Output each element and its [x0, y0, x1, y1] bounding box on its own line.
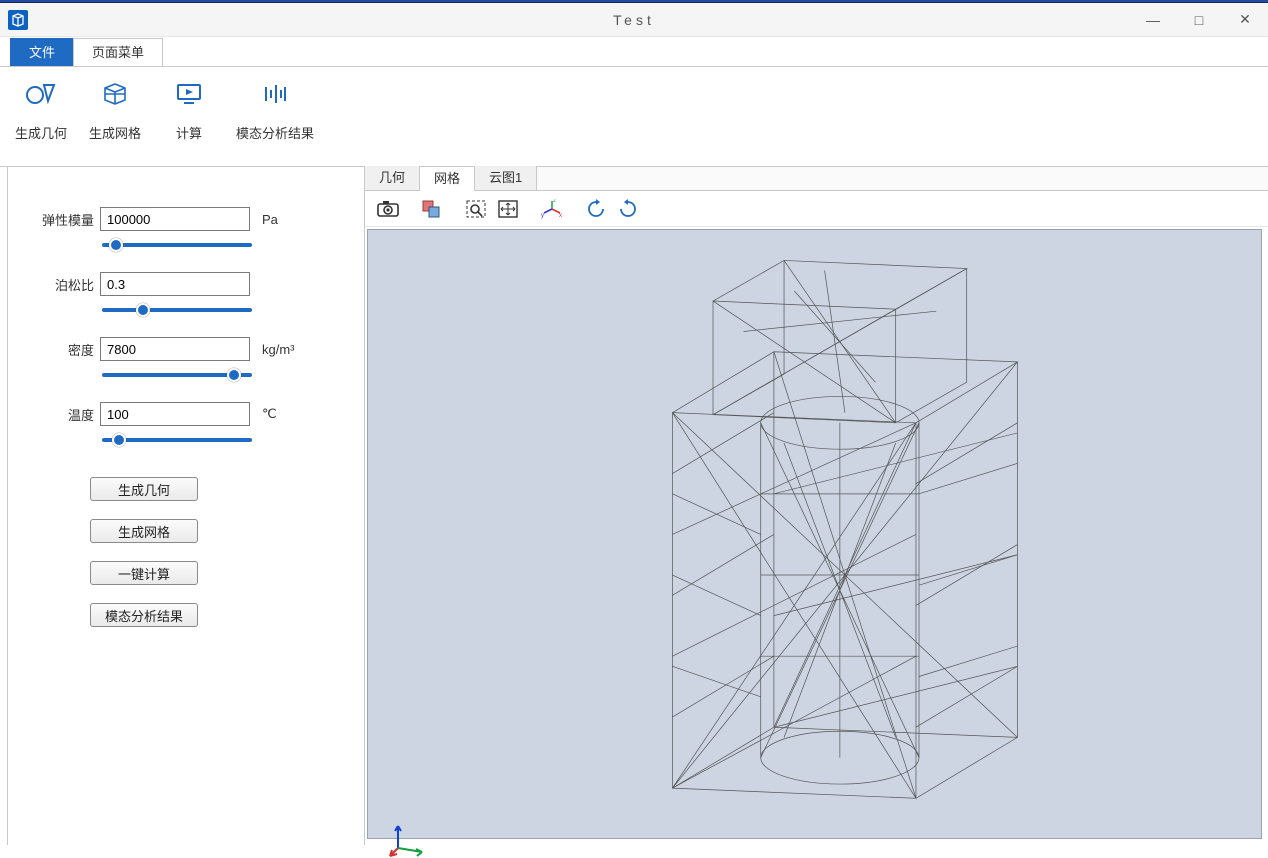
input-elastic-modulus[interactable] [100, 207, 250, 231]
label-elastic-modulus: 弹性模量 [38, 210, 94, 229]
btn-gen-geom[interactable]: 生成几何 [90, 477, 198, 501]
titlebar: Test — □ ✕ [0, 3, 1268, 37]
close-button[interactable]: ✕ [1222, 3, 1268, 37]
ribbon-label: 生成几何 [15, 123, 67, 142]
view-area: 几何 网格 云图1 z x y [364, 167, 1268, 845]
ribbon-label: 模态分析结果 [236, 123, 314, 142]
label-temperature: 温度 [38, 405, 94, 424]
view-tab-mesh[interactable]: 网格 [420, 167, 475, 191]
waveform-icon [260, 79, 290, 109]
action-buttons: 生成几何 生成网格 一键计算 模态分析结果 [90, 477, 334, 627]
ribbon-toolbar: 生成几何 生成网格 计算 模态分析结果 [0, 67, 1268, 167]
view-tabs: 几何 网格 云图1 [365, 167, 1268, 191]
view-toolbar: z x y [365, 191, 1268, 227]
tab-page-menu[interactable]: 页面菜单 [73, 38, 163, 66]
slider-elastic-modulus[interactable] [102, 243, 252, 247]
label-poisson: 泊松比 [38, 275, 94, 294]
param-temperature: 温度 ℃ [38, 402, 334, 426]
mesh-icon [100, 79, 130, 109]
window-controls: — □ ✕ [1130, 3, 1268, 37]
zoom-box-icon[interactable] [461, 195, 491, 223]
ribbon-gen-geom[interactable]: 生成几何 [14, 73, 68, 142]
param-elastic-modulus: 弹性模量 Pa [38, 207, 334, 231]
unit-elastic-modulus: Pa [262, 212, 278, 227]
slider-poisson[interactable] [102, 308, 252, 312]
btn-gen-mesh[interactable]: 生成网格 [90, 519, 198, 543]
parameter-panel: 弹性模量 Pa 泊松比 密度 kg/m³ 温度 ℃ 生成几何 生成网格 一键计算 [8, 167, 364, 845]
ribbon-gen-mesh[interactable]: 生成网格 [88, 73, 142, 142]
rotate-cw-icon[interactable] [613, 195, 643, 223]
view-tab-geom[interactable]: 几何 [365, 166, 420, 190]
compute-icon [174, 79, 204, 109]
app-icon [8, 10, 28, 30]
btn-modal-res[interactable]: 模态分析结果 [90, 603, 198, 627]
maximize-button[interactable]: □ [1176, 3, 1222, 37]
param-poisson: 泊松比 [38, 272, 334, 296]
menu-tabrow: 文件 页面菜单 [0, 37, 1268, 67]
rotate-ccw-icon[interactable] [581, 195, 611, 223]
view-tab-cloud[interactable]: 云图1 [475, 166, 537, 190]
svg-text:x: x [559, 213, 562, 219]
slider-temperature[interactable] [102, 438, 252, 442]
mesh-canvas[interactable] [367, 229, 1262, 839]
left-gutter [0, 167, 8, 845]
geometry-icon [26, 79, 56, 109]
label-density: 密度 [38, 340, 94, 359]
window-title: Test [0, 12, 1268, 28]
ribbon-label: 生成网格 [89, 123, 141, 142]
camera-icon[interactable] [373, 195, 403, 223]
unit-density: kg/m³ [262, 342, 295, 357]
svg-text:z: z [553, 199, 556, 204]
ribbon-label: 计算 [176, 123, 202, 142]
param-density: 密度 kg/m³ [38, 337, 334, 361]
unit-temperature: ℃ [262, 406, 277, 422]
input-density[interactable] [100, 337, 250, 361]
ribbon-calc[interactable]: 计算 [162, 73, 216, 142]
object-select-icon[interactable] [417, 195, 447, 223]
slider-density[interactable] [102, 373, 252, 377]
input-temperature[interactable] [100, 402, 250, 426]
btn-one-calc[interactable]: 一键计算 [90, 561, 198, 585]
input-poisson[interactable] [100, 272, 250, 296]
svg-text:y: y [541, 213, 544, 219]
tab-file[interactable]: 文件 [10, 38, 74, 66]
ribbon-modal-result[interactable]: 模态分析结果 [236, 73, 314, 142]
fit-view-icon[interactable] [493, 195, 523, 223]
main-area: 弹性模量 Pa 泊松比 密度 kg/m³ 温度 ℃ 生成几何 生成网格 一键计算 [0, 167, 1268, 845]
axes-icon[interactable]: z x y [537, 195, 567, 223]
minimize-button[interactable]: — [1130, 3, 1176, 37]
